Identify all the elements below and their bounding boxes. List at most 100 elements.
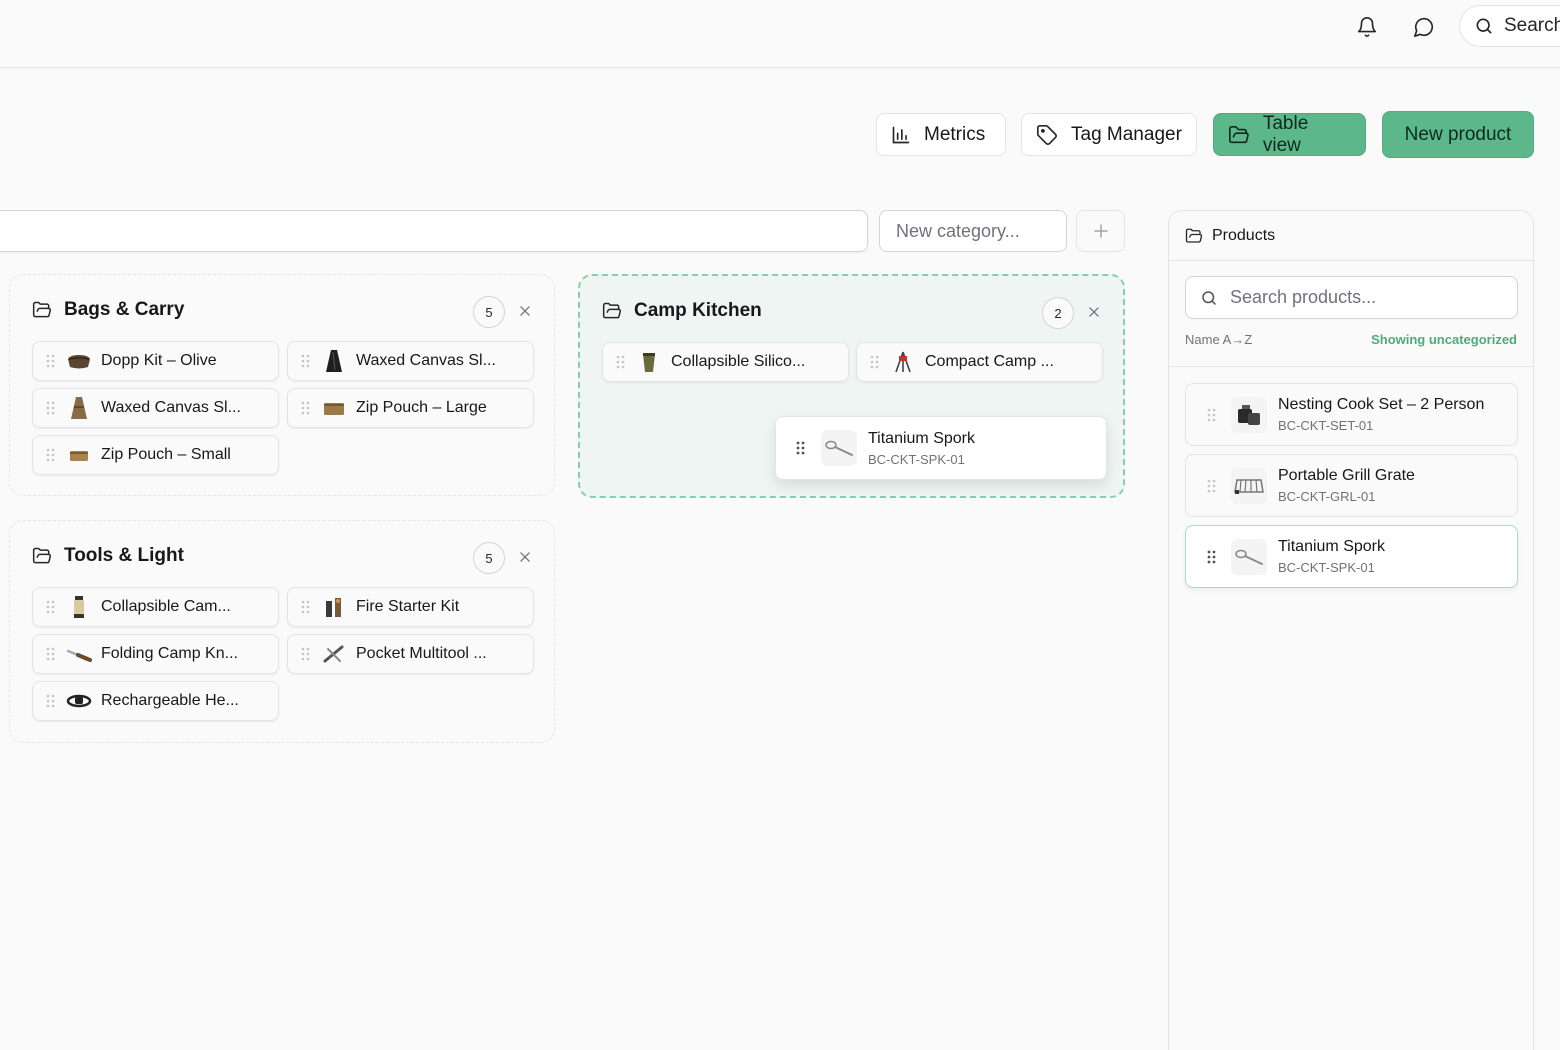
drag-handle-icon[interactable]: [46, 354, 55, 368]
spork-thumbnail: [1231, 538, 1267, 575]
category-card-bags-carry[interactable]: Bags & Carry 5 Dopp Kit – Olive Waxed Ca…: [9, 274, 555, 496]
products-panel-title: Products: [1212, 227, 1276, 244]
fire-starter-thumbnail: [320, 593, 348, 621]
dopp-kit-thumbnail: [65, 347, 93, 375]
zip-pouch-thumbnail: [65, 441, 93, 469]
category-count-badge: 5: [473, 296, 505, 328]
drag-handle-icon[interactable]: [870, 355, 879, 369]
product-chip[interactable]: Rechargeable He...: [32, 681, 279, 721]
headlamp-thumbnail: [65, 687, 93, 715]
drag-handle-icon[interactable]: [46, 448, 55, 462]
top-bar: Search: [0, 0, 1560, 68]
category-title: Bags & Carry: [64, 299, 185, 320]
drag-preview-title: Titanium Spork: [868, 429, 975, 447]
product-chip[interactable]: Fire Starter Kit: [287, 587, 534, 627]
product-list-item[interactable]: Portable Grill Grate BC-CKT-GRL-01: [1185, 454, 1518, 517]
tag-icon: [1037, 124, 1057, 145]
close-icon: [520, 306, 530, 316]
category-filter-input[interactable]: [0, 210, 868, 252]
product-chip-label: Waxed Canvas Sl...: [101, 399, 241, 416]
folding-knife-thumbnail: [65, 640, 93, 668]
category-card-tools-light[interactable]: Tools & Light 5 Collapsible Cam... Fire …: [9, 520, 555, 743]
product-chip[interactable]: Compact Camp ...: [856, 342, 1103, 382]
drag-preview-card[interactable]: Titanium Spork BC-CKT-SPK-01: [775, 416, 1107, 480]
product-search-field[interactable]: [1185, 276, 1518, 319]
message-icon[interactable]: [1409, 12, 1439, 42]
category-header: Camp Kitchen: [602, 300, 762, 322]
product-list-item[interactable]: Nesting Cook Set – 2 Person BC-CKT-SET-0…: [1185, 383, 1518, 446]
product-chip[interactable]: Zip Pouch – Large: [287, 388, 534, 428]
table-view-button[interactable]: Table view: [1213, 113, 1366, 156]
drag-handle-icon[interactable]: [796, 441, 805, 455]
drag-handle-icon[interactable]: [1207, 408, 1216, 422]
product-search-input[interactable]: [1230, 287, 1510, 308]
drag-handle-icon[interactable]: [1207, 550, 1216, 564]
remove-category-button[interactable]: [515, 301, 535, 321]
product-chip-label: Fire Starter Kit: [356, 598, 460, 615]
products-panel: Products Name A→Z Showing uncategorized …: [1168, 210, 1534, 1050]
drag-preview-sku: BC-CKT-SPK-01: [868, 451, 965, 467]
drag-handle-icon[interactable]: [301, 647, 310, 661]
drag-handle-icon[interactable]: [301, 401, 310, 415]
product-chip-label: Zip Pouch – Large: [356, 399, 487, 416]
product-chip-label: Pocket Multitool ...: [356, 645, 487, 662]
bell-icon[interactable]: [1352, 12, 1382, 42]
camp-stove-thumbnail: [889, 348, 917, 376]
search-icon: [1202, 290, 1216, 305]
drag-handle-icon[interactable]: [616, 355, 625, 369]
sling-bag-thumbnail: [320, 347, 348, 375]
multitool-thumbnail: [320, 640, 348, 668]
drag-handle-icon[interactable]: [46, 401, 55, 415]
search-icon: [1476, 18, 1492, 34]
product-chip[interactable]: Folding Camp Kn...: [32, 634, 279, 674]
silicone-cup-thumbnail: [635, 348, 663, 376]
lantern-thumbnail: [65, 593, 93, 621]
product-chip[interactable]: Dopp Kit – Olive: [32, 341, 279, 381]
table-view-label: Table view: [1262, 112, 1309, 156]
plus-icon: [1093, 224, 1108, 238]
close-icon: [1089, 307, 1099, 317]
sort-toggle[interactable]: Name A→Z: [1185, 332, 1252, 347]
product-chip-label: Collapsible Silico...: [671, 353, 806, 370]
drag-handle-icon[interactable]: [1207, 479, 1216, 493]
folder-icon: [602, 302, 622, 319]
product-chip[interactable]: Waxed Canvas Sl...: [287, 341, 534, 381]
product-chip-label: Folding Camp Kn...: [101, 645, 238, 662]
new-product-button[interactable]: New product: [1382, 111, 1534, 158]
product-title: Portable Grill Grate: [1278, 467, 1415, 484]
global-search-button[interactable]: Search: [1459, 5, 1560, 47]
remove-category-button[interactable]: [515, 547, 535, 567]
drag-handle-icon[interactable]: [46, 647, 55, 661]
drag-handle-icon[interactable]: [46, 600, 55, 614]
cook-set-thumbnail: [1231, 396, 1267, 433]
tag-manager-button[interactable]: Tag Manager: [1021, 113, 1197, 156]
product-chip-label: Waxed Canvas Sl...: [356, 352, 496, 369]
metrics-button[interactable]: Metrics: [876, 113, 1006, 156]
product-chip[interactable]: Collapsible Silico...: [602, 342, 849, 382]
folder-icon: [32, 301, 52, 318]
product-sku: BC-CKT-GRL-01: [1278, 489, 1376, 504]
new-category-input[interactable]: [879, 210, 1067, 252]
bar-chart-icon: [892, 126, 910, 143]
grill-grate-thumbnail: [1231, 467, 1267, 504]
remove-category-button[interactable]: [1084, 302, 1104, 322]
product-chip-label: Rechargeable He...: [101, 692, 239, 709]
metrics-label: Metrics: [924, 123, 986, 145]
folder-icon: [1185, 228, 1203, 243]
product-chip-label: Compact Camp ...: [925, 353, 1054, 370]
product-list-item-selected[interactable]: Titanium Spork BC-CKT-SPK-01: [1185, 525, 1518, 588]
category-count-badge: 2: [1042, 297, 1074, 329]
add-category-button[interactable]: [1076, 210, 1125, 252]
product-chip[interactable]: Zip Pouch – Small: [32, 435, 279, 475]
product-sku: BC-CKT-SET-01: [1278, 418, 1374, 433]
drag-handle-icon[interactable]: [46, 694, 55, 708]
spork-thumbnail: [821, 430, 857, 466]
product-chip[interactable]: Collapsible Cam...: [32, 587, 279, 627]
drag-handle-icon[interactable]: [301, 354, 310, 368]
product-chip[interactable]: Pocket Multitool ...: [287, 634, 534, 674]
product-chip[interactable]: Waxed Canvas Sl...: [32, 388, 279, 428]
zip-pouch-thumbnail: [320, 394, 348, 422]
category-count-badge: 5: [473, 542, 505, 574]
filter-status-link[interactable]: Showing uncategorized: [1371, 332, 1517, 347]
drag-handle-icon[interactable]: [301, 600, 310, 614]
